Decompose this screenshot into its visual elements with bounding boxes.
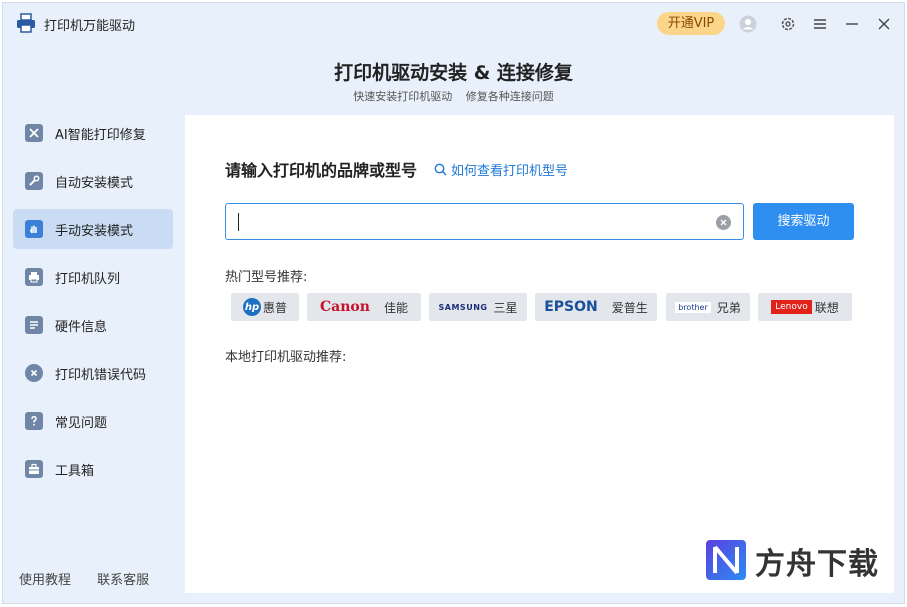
howto-link[interactable]: 如何查看打印机型号 — [434, 160, 568, 179]
samsung-logo: SAMSUNG — [438, 302, 488, 312]
lenovo-logo: Lenovo — [771, 300, 812, 314]
brand-name: 三星 — [493, 300, 518, 315]
wrench-icon — [25, 172, 43, 190]
local-drivers-label: 本地打印机驱动推荐: — [225, 350, 347, 365]
minimize-icon[interactable] — [842, 14, 862, 34]
app-window: 打印机万能驱动 开通VIP 打印机驱动安装 & 连接修复 快速安装打印机驱动 修… — [2, 2, 905, 604]
page-title: 打印机驱动安装 & 连接修复 — [334, 62, 573, 84]
sidebar-item-auto-install[interactable]: 自动安装模式 — [13, 161, 173, 201]
brand-name: 联想 — [814, 300, 839, 315]
epson-logo: EPSON — [544, 299, 598, 315]
sidebar-item-label: 硬件信息 — [55, 319, 108, 335]
howto-link-label: 如何查看打印机型号 — [451, 164, 569, 179]
sidebar: AI智能打印修复 自动安装模式 手动安装模式 打印机队列 硬件信息 打印机错误代… — [13, 113, 178, 479]
hot-models-label: 热门型号推荐: — [225, 270, 308, 285]
tutorial-link[interactable]: 使用教程 — [19, 573, 71, 588]
sidebar-item-label: 常见问题 — [55, 415, 108, 431]
sidebar-item-label: AI智能打印修复 — [55, 127, 146, 143]
title-bar: 打印机万能驱动 开通VIP — [3, 3, 904, 45]
tools-icon — [25, 124, 43, 142]
printer-logo-icon — [16, 13, 36, 33]
brand-lenovo[interactable]: Lenovo 联想 — [758, 293, 852, 321]
hand-icon — [25, 220, 43, 238]
error-icon — [25, 364, 43, 382]
menu-icon[interactable] — [810, 14, 830, 34]
hp-logo: hp — [242, 298, 261, 316]
watermark: 方舟下载 — [705, 537, 895, 583]
watermark-text: 方舟下载 — [755, 547, 879, 582]
brand-name: 佳能 — [383, 300, 408, 315]
search-driver-button[interactable]: 搜索驱动 — [753, 203, 854, 240]
support-link[interactable]: 联系客服 — [97, 573, 149, 588]
sidebar-item-label: 打印机错误代码 — [55, 367, 147, 383]
vip-button[interactable]: 开通VIP — [657, 12, 725, 35]
sidebar-item-printer-queue[interactable]: 打印机队列 — [13, 257, 173, 297]
gear-icon[interactable] — [778, 14, 798, 34]
main-panel: 请输入打印机的品牌或型号 如何查看打印机型号 搜索驱动 热门型号推荐: hp 惠… — [185, 115, 894, 593]
sidebar-item-toolbox[interactable]: 工具箱 — [13, 449, 173, 489]
sidebar-item-label: 打印机队列 — [55, 271, 121, 287]
list-icon — [25, 316, 43, 334]
search-input[interactable] — [236, 210, 706, 234]
app-title: 打印机万能驱动 — [44, 19, 136, 34]
sidebar-item-label: 工具箱 — [55, 463, 95, 479]
brand-brother[interactable]: brother 兄弟 — [666, 293, 750, 321]
question-icon — [25, 412, 43, 430]
subtitle-repair: 修复各种连接问题 — [465, 90, 554, 103]
brand-name: 兄弟 — [716, 300, 741, 315]
clear-icon[interactable] — [716, 215, 731, 230]
sidebar-item-manual-install[interactable]: 手动安装模式 — [13, 209, 173, 249]
text-caret — [238, 213, 239, 231]
search-icon — [434, 163, 447, 176]
sidebar-item-ai-repair[interactable]: AI智能打印修复 — [13, 113, 173, 153]
search-prompt: 请输入打印机的品牌或型号 — [225, 161, 418, 180]
brand-name: 惠普 — [262, 300, 287, 315]
sidebar-item-label: 自动安装模式 — [55, 175, 134, 191]
search-box — [225, 203, 744, 240]
sidebar-item-label: 手动安装模式 — [55, 223, 134, 239]
sidebar-item-error-codes[interactable]: 打印机错误代码 — [13, 353, 173, 393]
brand-epson[interactable]: EPSON 爱普生 — [535, 293, 657, 321]
printer-icon — [25, 268, 43, 286]
sidebar-item-faq[interactable]: 常见问题 — [13, 401, 173, 441]
sidebar-footer: 使用教程 联系客服 — [19, 569, 171, 588]
watermark-logo-icon — [706, 540, 746, 580]
user-avatar-icon[interactable] — [738, 14, 758, 34]
brand-canon[interactable]: Canon 佳能 — [307, 293, 421, 321]
toolbox-icon — [25, 460, 43, 478]
brand-name: 爱普生 — [611, 300, 648, 315]
sidebar-item-hardware-info[interactable]: 硬件信息 — [13, 305, 173, 345]
subtitle-install: 快速安装打印机驱动 — [353, 90, 453, 103]
canon-logo: Canon — [320, 299, 370, 315]
page-subtitle: 快速安装打印机驱动 修复各种连接问题 — [3, 88, 904, 104]
brother-logo: brother — [675, 301, 711, 313]
close-icon[interactable] — [874, 14, 894, 34]
brand-samsung[interactable]: SAMSUNG 三星 — [429, 293, 527, 321]
brand-hp[interactable]: hp 惠普 — [231, 293, 299, 321]
